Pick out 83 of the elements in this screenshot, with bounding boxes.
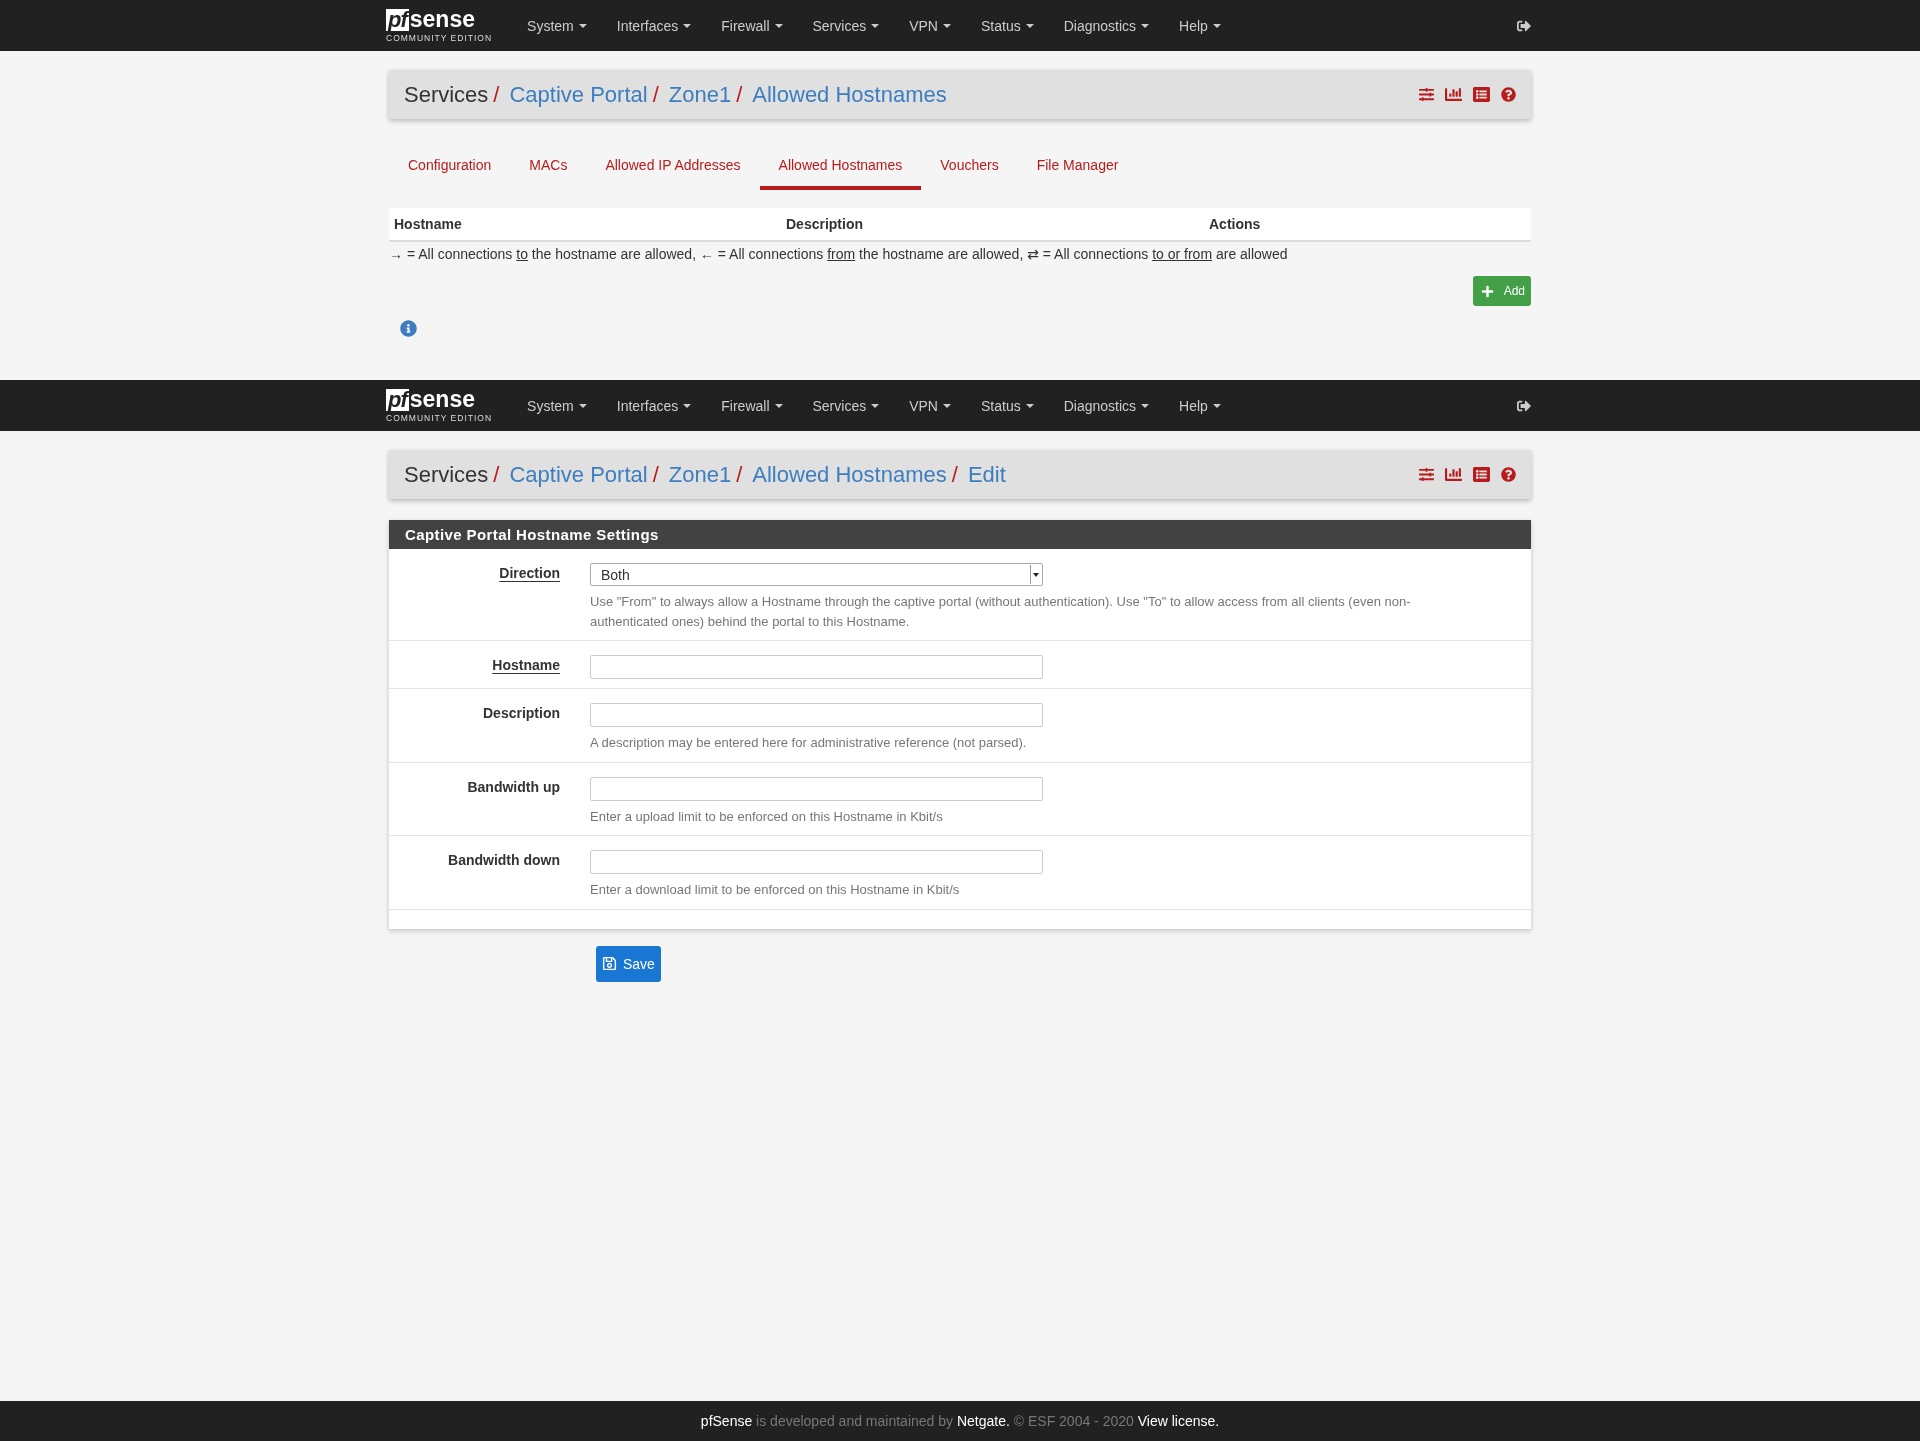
save-button[interactable]: Save (596, 945, 661, 982)
field-label: Bandwidth up (467, 777, 560, 797)
nav-menu[interactable]: Diagnostics (1048, 0, 1165, 51)
nav-menu[interactable]: System (512, 0, 602, 51)
breadcrumb-separator: / (736, 461, 743, 488)
field-label: Description (483, 704, 560, 723)
caret-icon (578, 23, 587, 28)
breadcrumb-separator: / (493, 81, 500, 108)
nav-menu[interactable]: Help (1164, 0, 1236, 51)
input-field[interactable] (590, 850, 1043, 874)
nav-menu[interactable]: VPN (894, 0, 966, 51)
caret-icon (1212, 23, 1221, 28)
help-text: Enter a upload limit to be enforced on this Hostname in Kbit/s (590, 807, 944, 826)
input-field[interactable] (590, 703, 1043, 727)
tab[interactable]: File Manager (1017, 148, 1138, 190)
nav-menu[interactable]: Interfaces (601, 380, 707, 431)
caret-icon (1025, 403, 1034, 408)
list-icon[interactable] (1473, 466, 1490, 483)
dropdown-arrow-icon (1030, 565, 1041, 584)
nav-menu[interactable]: Status (966, 0, 1049, 51)
caret-icon (943, 403, 951, 408)
pfsense-logo[interactable]: pfsense COMMUNITY EDITION (386, 388, 493, 423)
plus-icon (1480, 284, 1494, 298)
sliders-icon[interactable] (1419, 467, 1434, 482)
breadcrumb-separator: / (652, 461, 659, 488)
pfsense-logo[interactable]: pfsense COMMUNITY EDITION (386, 8, 493, 43)
sliders-icon[interactable] (1419, 87, 1434, 102)
nav-menu[interactable]: Help (1164, 380, 1236, 431)
logout-icon[interactable] (1517, 18, 1531, 33)
info-icon[interactable] (400, 320, 417, 337)
caret-icon (871, 403, 880, 408)
caret-icon (1025, 23, 1034, 28)
nav-menu[interactable]: Services (797, 380, 895, 431)
nav-menu[interactable]: Firewall (706, 380, 798, 431)
caret-icon (578, 403, 587, 408)
tab[interactable]: Allowed IP Addresses (586, 148, 760, 190)
input-field[interactable] (590, 776, 1043, 801)
breadcrumb-separator: / (736, 81, 743, 108)
help-text: A description may be entered here for administrative reference (not parsed). (590, 734, 1028, 752)
breadcrumb-text: Services (404, 81, 489, 108)
field-label: Hostname (492, 656, 560, 675)
bar-chart-icon[interactable] (1445, 466, 1462, 483)
breadcrumb-separator: / (951, 461, 958, 488)
nav-menu[interactable]: Interfaces (601, 0, 707, 51)
logout-icon[interactable] (1517, 398, 1531, 413)
caret-icon (683, 23, 692, 28)
field-label: Bandwidth down (448, 851, 560, 870)
footer-text: pfSense is developed and maintained by Netgate. © ESF 2004 - 2020 View license. (700, 1413, 1220, 1429)
tab[interactable]: MACs (510, 148, 587, 190)
caret-icon (1212, 403, 1221, 408)
help-icon[interactable] (1501, 467, 1516, 482)
help-icon[interactable] (1501, 87, 1516, 102)
tab[interactable]: Configuration (389, 148, 511, 190)
caret-icon (683, 403, 692, 408)
legend-text: → = All connections to the hostname are allowed, ← = All connections from the hostname are allowed, ⇄ = All connections to or from are allowed (389, 246, 1289, 262)
column-header: Actions (1208, 215, 1262, 234)
caret-icon (943, 23, 951, 28)
breadcrumb-text: Services (404, 461, 489, 488)
caret-icon (871, 23, 880, 28)
caret-icon (1141, 403, 1150, 408)
nav-menu[interactable]: Status (966, 380, 1049, 431)
help-text: Use "From" to always allow a Hostname through the captive portal (without authentication). Use "To" to allow access from all clients (even non-authenticated ones) behind the portal to this Hostname. (590, 593, 1412, 631)
direction-select[interactable]: Both (590, 563, 1043, 586)
breadcrumb-separator: / (493, 461, 500, 488)
nav-menu[interactable]: Services (797, 0, 895, 51)
breadcrumb-separator: / (652, 81, 659, 108)
caret-icon (774, 403, 783, 408)
tab[interactable]: Vouchers (921, 148, 1018, 190)
tab[interactable]: Allowed Hostnames (759, 148, 922, 190)
help-text: Enter a download limit to be enforced on this Hostname in Kbit/s (590, 881, 961, 899)
nav-menu[interactable]: Firewall (706, 0, 798, 51)
nav-menu[interactable]: System (512, 380, 602, 431)
nav-menu[interactable]: Diagnostics (1048, 380, 1165, 431)
caret-icon (774, 23, 783, 28)
panel-title: Captive Portal Hostname Settings (389, 520, 1531, 549)
bar-chart-icon[interactable] (1445, 86, 1462, 103)
input-field[interactable] (590, 655, 1043, 679)
caret-icon (1141, 23, 1150, 28)
list-icon[interactable] (1473, 86, 1490, 103)
column-header: Description (785, 215, 864, 234)
nav-menu[interactable]: VPN (894, 380, 966, 431)
column-header: Hostname (393, 215, 463, 234)
field-label: Direction (499, 564, 560, 583)
